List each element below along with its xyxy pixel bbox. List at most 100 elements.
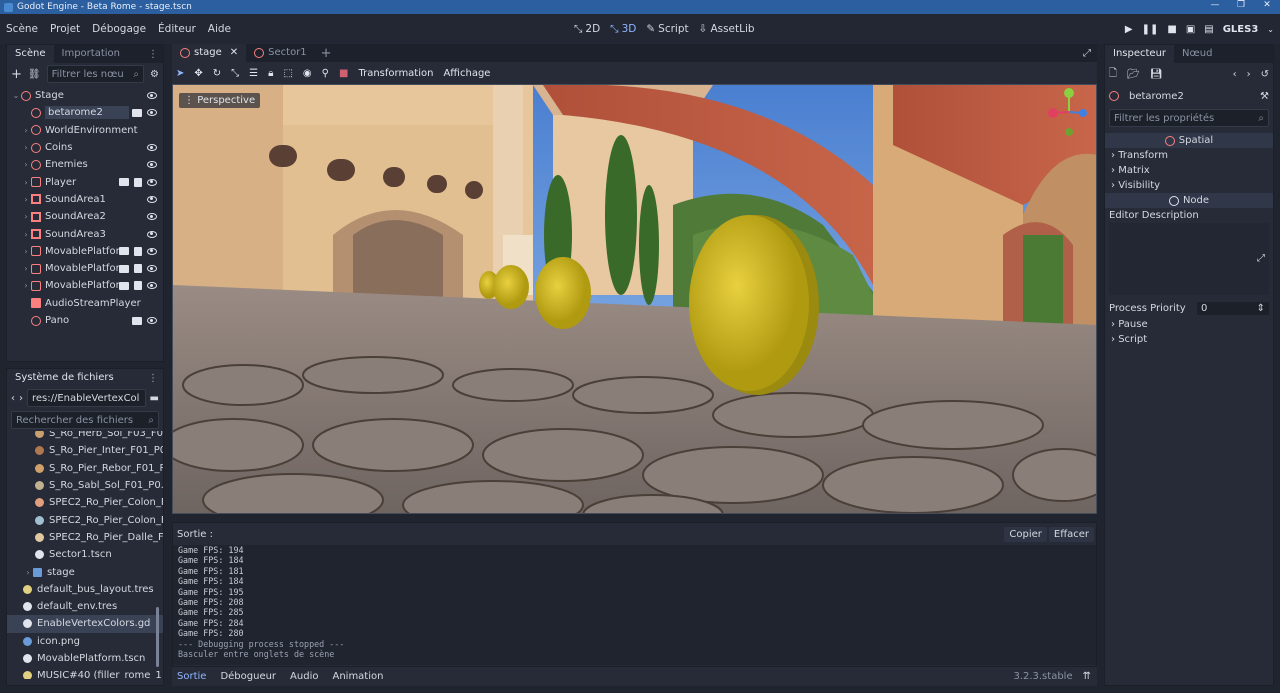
tree-node-pano[interactable]: Pano (7, 312, 163, 329)
scene-instance-icon[interactable] (132, 316, 142, 325)
expand-icon[interactable]: › (21, 178, 31, 187)
tree-node-stage[interactable]: ⌄ Stage (7, 87, 163, 104)
tab-audio[interactable]: Audio (285, 671, 323, 682)
forward-icon[interactable]: › (19, 393, 23, 404)
lock-icon[interactable]: 🔒︎ (268, 68, 273, 79)
file-item[interactable]: MUSIC#40 (filler_rome_1 (7, 667, 163, 679)
expand-icon[interactable]: › (21, 195, 31, 204)
local-space-icon[interactable]: ◉ (303, 68, 312, 79)
tree-node-betarome2[interactable]: betarome2 (7, 104, 163, 121)
expand-icon[interactable]: › (21, 160, 31, 169)
play-custom-icon[interactable]: ▤ (1204, 24, 1213, 35)
split-mode-icon[interactable]: ▬ (150, 393, 159, 404)
section-transform[interactable]: › Transform (1105, 148, 1273, 163)
scene-instance-icon[interactable] (132, 108, 142, 117)
tab-stage[interactable]: stage ✕ (172, 44, 247, 62)
tab-scene[interactable]: Scène (7, 45, 54, 63)
3d-viewport[interactable]: ⋮ Perspective (172, 84, 1097, 514)
stop-icon[interactable]: ■ (1167, 24, 1176, 35)
file-item[interactable]: S_Ro_Pier_Inter_F01_P0 (7, 442, 163, 459)
file-item[interactable]: SPEC2_Ro_Pier_Colon_F (7, 511, 163, 528)
menu-editor[interactable]: Éditeur (152, 23, 202, 35)
history-forward-icon[interactable]: › (1247, 69, 1251, 80)
visibility-icon[interactable] (147, 144, 157, 152)
pin-panel-icon[interactable]: ⇈ (1083, 671, 1091, 682)
tree-node-enemies[interactable]: › Enemies (7, 156, 163, 173)
visibility-icon[interactable] (147, 161, 157, 169)
distraction-free-icon[interactable]: ⤢ (1083, 48, 1091, 59)
process-priority-spinbox[interactable]: 0 ⇕ (1197, 301, 1269, 315)
expand-icon[interactable]: › (23, 568, 33, 577)
perspective-menu[interactable]: ⋮ Perspective (179, 93, 261, 108)
tree-node-soundarea3[interactable]: › SoundArea3 (7, 225, 163, 242)
move-tool-icon[interactable]: ✥ (194, 68, 202, 79)
file-item[interactable]: default_env.tres (7, 598, 163, 615)
editor-description-field[interactable]: ⤢ (1109, 223, 1269, 295)
file-item[interactable]: Sector1.tscn (7, 546, 163, 563)
file-item[interactable]: default_bus_layout.tres (7, 581, 163, 598)
dock-menu-icon[interactable]: ⋮ (148, 373, 158, 384)
script-icon[interactable] (134, 264, 142, 274)
tree-node-soundarea1[interactable]: › SoundArea1 (7, 191, 163, 208)
scene-filter-input[interactable]: Filtrer les nœu ⌕ (46, 65, 145, 83)
list-select-icon[interactable]: ☰ (249, 68, 258, 79)
file-item[interactable]: › stage (7, 563, 163, 580)
visibility-icon[interactable] (147, 178, 157, 186)
menu-debug[interactable]: Débogage (86, 23, 152, 35)
tree-node-soundarea2[interactable]: › SoundArea2 (7, 208, 163, 225)
section-script[interactable]: › Script (1105, 332, 1273, 347)
script-icon[interactable] (134, 246, 142, 256)
visibility-icon[interactable] (147, 265, 157, 273)
tab-inspector[interactable]: Inspecteur (1105, 45, 1175, 63)
section-pause[interactable]: › Pause (1105, 317, 1273, 332)
tab-import[interactable]: Importation (54, 45, 128, 63)
file-item[interactable]: SPEC2_Ro_Pier_Colon_F (7, 494, 163, 511)
tab-sector1[interactable]: Sector1 (246, 44, 315, 62)
view-menu[interactable]: Affichage (443, 68, 490, 79)
link-icon[interactable]: ⛓ (28, 69, 41, 80)
scene-instance-icon[interactable] (119, 178, 129, 187)
camera-override-icon[interactable]: ■ (339, 68, 348, 79)
snap-icon[interactable]: ⚲ (322, 68, 329, 79)
visibility-icon[interactable] (147, 92, 157, 100)
expand-icon[interactable]: › (21, 281, 31, 290)
expand-icon[interactable]: › (21, 212, 31, 221)
section-visibility[interactable]: › Visibility (1105, 178, 1273, 193)
visibility-icon[interactable] (147, 282, 157, 290)
property-filter-input[interactable]: Filtrer les propriétés ⌕ (1109, 109, 1269, 127)
play-scene-icon[interactable]: ▣ (1186, 24, 1195, 35)
visibility-icon[interactable] (147, 317, 157, 324)
expand-icon[interactable]: › (21, 230, 31, 239)
script-icon[interactable] (134, 281, 142, 291)
tab-animation[interactable]: Animation (327, 671, 388, 682)
mode-2d-button[interactable]: ⤡ 2D (574, 23, 600, 36)
new-resource-icon[interactable]: 🗋︎ (1109, 66, 1117, 83)
scene-instance-icon[interactable] (119, 281, 129, 290)
section-matrix[interactable]: › Matrix (1105, 163, 1273, 178)
close-icon[interactable]: ✕ (1254, 0, 1280, 14)
mode-assetlib-button[interactable]: ⇩ AssetLib (699, 23, 755, 35)
add-node-icon[interactable]: + (11, 67, 22, 82)
tree-node-movableplatform-1[interactable]: › MovablePlatfor (7, 243, 163, 260)
mode-3d-button[interactable]: ⤡ 3D (610, 23, 636, 36)
tree-node-audiostreamplayer[interactable]: AudioStreamPlayer (7, 295, 163, 312)
open-resource-icon[interactable]: 📂︎ (1127, 69, 1140, 80)
scene-instance-icon[interactable] (119, 247, 129, 256)
visibility-icon[interactable] (147, 247, 157, 255)
dock-menu-icon[interactable]: ⋮ (148, 49, 158, 60)
mode-script-button[interactable]: ✎ Script (646, 23, 688, 35)
visibility-icon[interactable] (147, 195, 157, 203)
save-resource-icon[interactable]: 💾︎ (1150, 69, 1163, 80)
file-item[interactable]: icon.png (7, 633, 163, 650)
file-item[interactable]: MovablePlatform.tscn (7, 650, 163, 667)
visibility-icon[interactable] (147, 230, 157, 238)
scrollbar[interactable] (156, 607, 159, 667)
menu-help[interactable]: Aide (202, 23, 237, 35)
file-item[interactable]: SPEC2_Ro_Pier_Dalle_F (7, 529, 163, 546)
expand-icon[interactable]: › (21, 126, 31, 135)
object-menu-icon[interactable]: ⚒ (1260, 91, 1269, 102)
expand-icon[interactable]: ⌄ (11, 91, 21, 100)
file-item[interactable]: S_Ro_Herb_Sol_F03_F0. (7, 431, 163, 442)
file-item[interactable]: EnableVertexColors.gd (7, 615, 163, 633)
expand-icon[interactable]: › (21, 143, 31, 152)
